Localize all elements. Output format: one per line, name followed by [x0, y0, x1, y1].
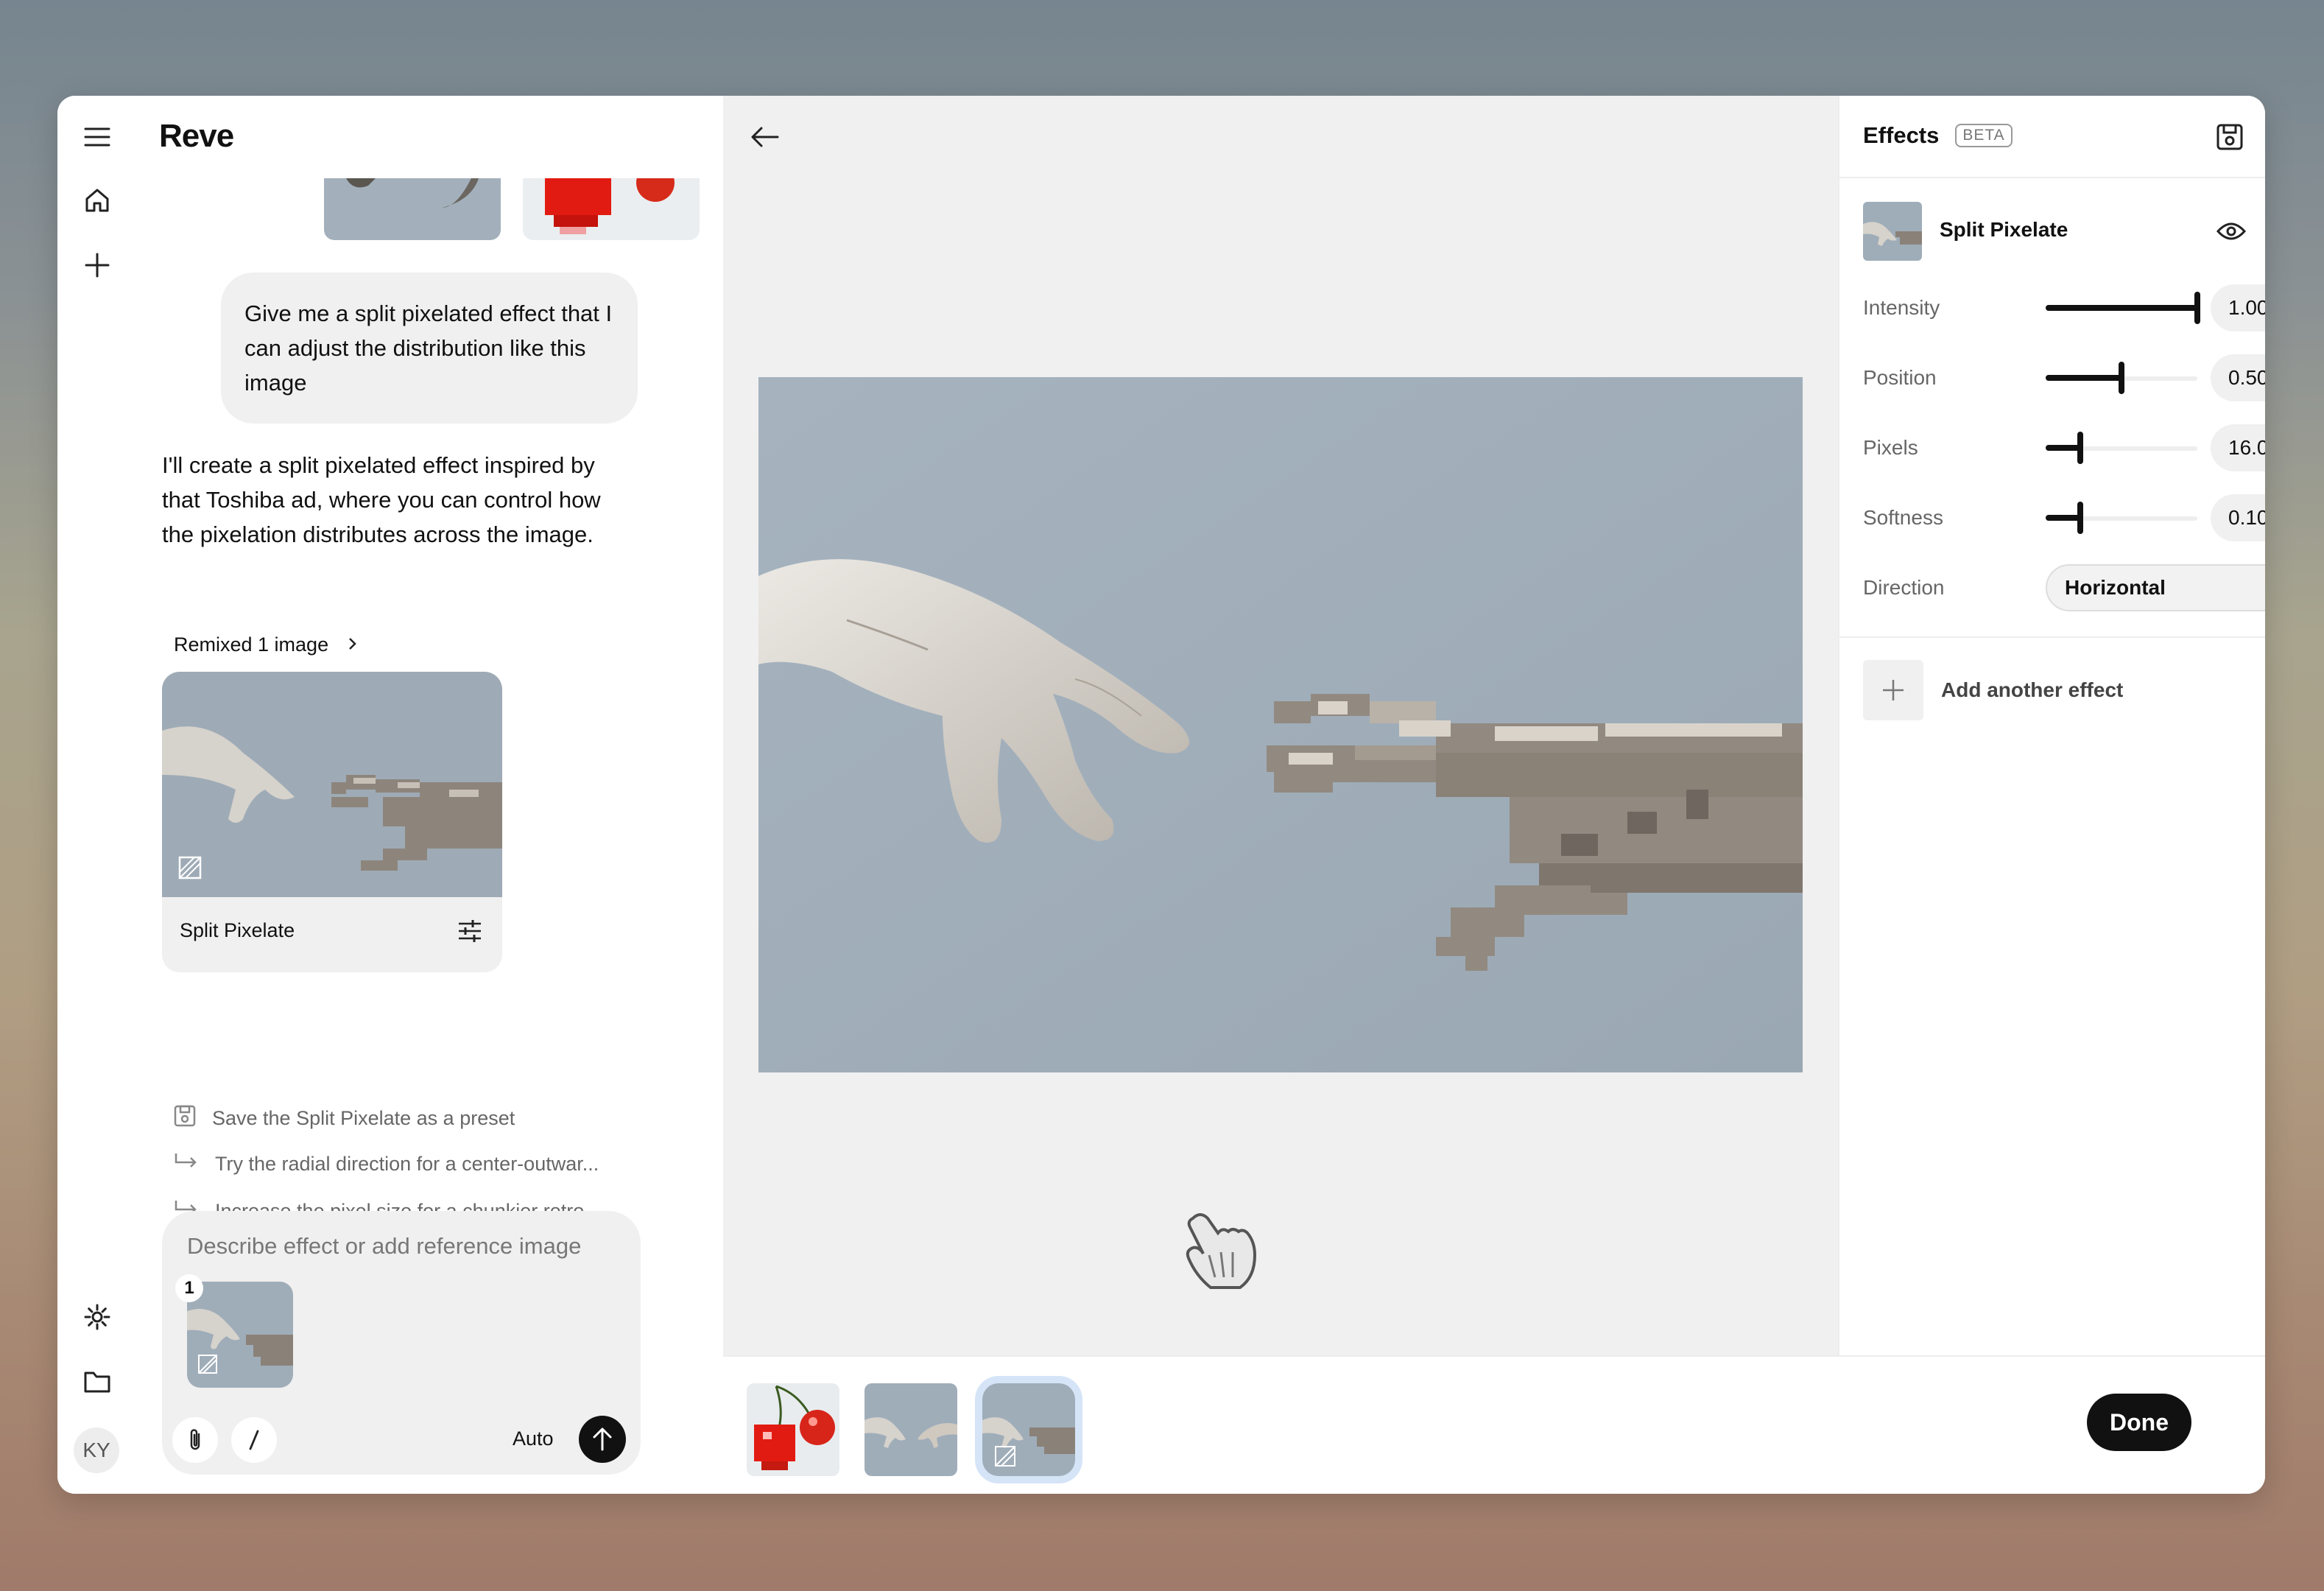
- back-arrow-icon[interactable]: [745, 121, 785, 153]
- value-field[interactable]: 1.00: [2211, 284, 2265, 331]
- effect-thumbnail: [1863, 202, 1922, 261]
- slider-handle[interactable]: [2077, 502, 2084, 534]
- value-field[interactable]: 0.50: [2211, 354, 2265, 401]
- slider-handle[interactable]: [2194, 292, 2200, 324]
- suggestion-radial[interactable]: Try the radial direction for a center-ou…: [174, 1152, 599, 1176]
- chevron-right-icon: [348, 633, 358, 656]
- effects-header: Effects BETA: [1863, 122, 2013, 149]
- slider-fill: [2046, 445, 2081, 451]
- slider-handle[interactable]: [2119, 362, 2124, 394]
- user-message-bubble: Give me a split pixelated effect that I …: [221, 273, 638, 424]
- new-icon[interactable]: [81, 249, 113, 281]
- param-label: Softness: [1863, 506, 1943, 529]
- result-card-label: Split Pixelate: [180, 919, 295, 941]
- home-icon[interactable]: [81, 184, 113, 217]
- add-effect-button[interactable]: Add another effect: [1863, 660, 2123, 720]
- app-window: KY Reve Give me a split pixelated effect…: [57, 96, 2265, 1494]
- divider: [1839, 177, 2265, 178]
- send-arrow-icon[interactable]: [579, 1416, 626, 1463]
- user-avatar[interactable]: KY: [74, 1427, 119, 1473]
- image-canvas: [723, 96, 1838, 1355]
- direction-select[interactable]: Horizontal: [2046, 564, 2265, 611]
- plus-icon: [1863, 660, 1923, 720]
- effects-panel: Effects BETA Split Pixelate Intensity 1.…: [1838, 96, 2265, 1355]
- previous-image-hands[interactable]: [324, 178, 501, 240]
- filmstrip: Done: [723, 1355, 2265, 1494]
- param-label: Intensity: [1863, 296, 1940, 319]
- slider-fill: [2046, 305, 2197, 311]
- preview-image: [758, 377, 1803, 1072]
- preset-save-icon: [174, 1105, 196, 1132]
- effect-name: Split Pixelate: [1940, 218, 2068, 241]
- visibility-eye-icon[interactable]: [2216, 218, 2247, 245]
- folder-icon[interactable]: [81, 1366, 113, 1398]
- direction-value: Horizontal: [2065, 576, 2166, 599]
- previous-image-cherries[interactable]: [523, 178, 700, 240]
- result-card[interactable]: Split Pixelate: [162, 672, 502, 972]
- composer-input[interactable]: Describe effect or add reference image: [187, 1233, 581, 1260]
- hand-cursor-icon: [1171, 1196, 1274, 1299]
- assistant-message: I'll create a split pixelated effect ins…: [162, 452, 601, 547]
- param-intensity: Intensity 1.00: [1863, 284, 2265, 331]
- adjust-sliders-icon[interactable]: [457, 918, 483, 944]
- param-softness: Softness 0.10: [1863, 494, 2265, 541]
- settings-gear-icon[interactable]: [81, 1301, 113, 1333]
- menu-icon[interactable]: [81, 121, 113, 153]
- reply-arrow-icon: [174, 1152, 199, 1176]
- thumbnail-hands[interactable]: [865, 1383, 957, 1476]
- brand-logo: Reve: [159, 118, 234, 154]
- result-image: [162, 672, 502, 897]
- attach-paperclip-icon[interactable]: [172, 1417, 218, 1463]
- param-label: Direction: [1863, 576, 1945, 599]
- param-pixels: Pixels 16.00: [1863, 424, 2265, 471]
- divider: [1839, 636, 2265, 638]
- save-preset-icon[interactable]: [2215, 122, 2244, 152]
- done-button[interactable]: Done: [2087, 1394, 2191, 1451]
- param-position: Position 0.50: [1863, 354, 2265, 401]
- value-field[interactable]: 16.00: [2211, 424, 2265, 471]
- param-label: Pixels: [1863, 436, 1918, 459]
- effects-title: Effects: [1863, 122, 1940, 148]
- nav-rail: KY: [57, 96, 138, 1494]
- suggestion-save-preset[interactable]: Save the Split Pixelate as a preset: [174, 1105, 515, 1132]
- slider-handle[interactable]: [2077, 432, 2084, 464]
- remixed-link[interactable]: Remixed 1 image: [174, 633, 358, 656]
- attached-reference-image[interactable]: [187, 1282, 293, 1388]
- remixed-label: Remixed 1 image: [174, 633, 329, 656]
- param-direction: Direction Horizontal: [1863, 564, 2265, 611]
- message-composer: Describe effect or add reference image 1…: [162, 1211, 641, 1475]
- suggestion-text: Save the Split Pixelate as a preset: [212, 1107, 515, 1129]
- slider-fill: [2046, 375, 2121, 381]
- mode-selector[interactable]: Auto: [513, 1427, 554, 1450]
- param-label: Position: [1863, 366, 1937, 389]
- attachment-count-badge: 1: [175, 1274, 203, 1302]
- beta-badge: BETA: [1955, 124, 2013, 147]
- slash-command-icon[interactable]: [231, 1417, 277, 1463]
- suggestion-text: Try the radial direction for a center-ou…: [215, 1153, 599, 1175]
- value-field[interactable]: 0.10: [2211, 494, 2265, 541]
- thumbnail-cherries[interactable]: [747, 1383, 839, 1476]
- chat-panel: Reve Give me a split pixelated effect th…: [137, 96, 725, 1494]
- effect-badge-icon: [178, 856, 202, 883]
- thumbnail-split-pixelate[interactable]: [982, 1383, 1075, 1476]
- add-effect-label: Add another effect: [1941, 678, 2124, 701]
- slider-fill: [2046, 515, 2081, 521]
